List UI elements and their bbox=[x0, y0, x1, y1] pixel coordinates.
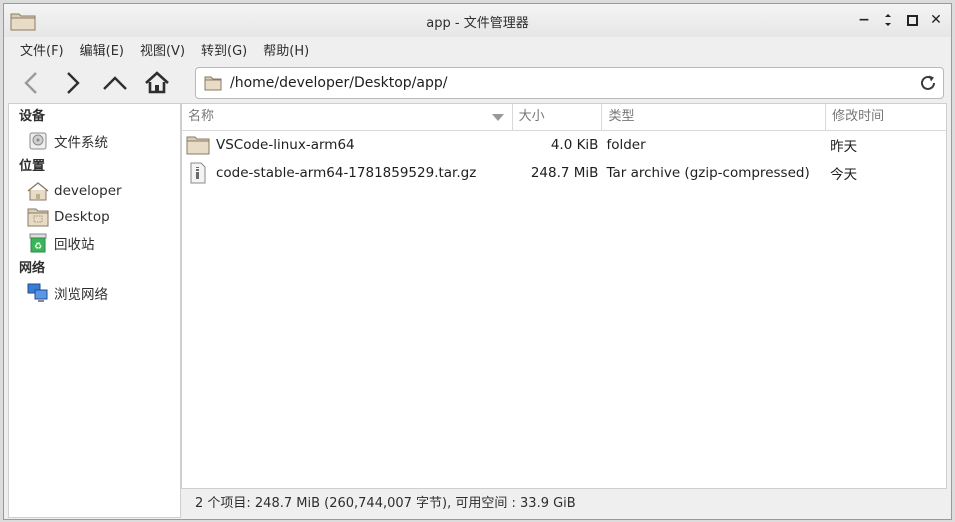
menu-edit[interactable]: 编辑(E) bbox=[72, 40, 132, 59]
file-size: 4.0 KiB bbox=[550, 137, 599, 153]
file-modified: 今天 bbox=[830, 167, 858, 183]
status-bar: 2 个项目: 248.7 MiB (260,744,007 字节), 可用空间 … bbox=[195, 496, 576, 511]
sidebar-item-developer[interactable]: developer bbox=[9, 178, 180, 204]
archive-icon bbox=[186, 161, 210, 185]
column-name-header[interactable]: 名称 bbox=[182, 104, 513, 130]
window-title: app - 文件管理器 bbox=[426, 16, 529, 31]
file-manager-window: app - 文件管理器 − ✕ 文件(F) 编辑(E) 视图(V) 转到(G) … bbox=[3, 3, 952, 520]
file-type: folder bbox=[606, 137, 646, 153]
column-modified-header[interactable]: 修改时间 bbox=[826, 104, 946, 130]
maximize-icon[interactable] bbox=[903, 11, 921, 29]
column-header: 名称 大小 类型 修改时间 bbox=[182, 104, 946, 131]
back-button[interactable] bbox=[10, 65, 52, 101]
column-size-header[interactable]: 大小 bbox=[513, 104, 603, 130]
folder-icon bbox=[204, 76, 222, 91]
menu-view[interactable]: 视图(V) bbox=[132, 40, 193, 59]
sidebar-item-label: 回收站 bbox=[54, 237, 95, 253]
sidebar-item-label: 文件系统 bbox=[54, 135, 108, 151]
sort-descending-icon bbox=[491, 114, 504, 121]
forward-arrow-icon bbox=[67, 72, 80, 94]
menu-help[interactable]: 帮助(H) bbox=[255, 40, 317, 59]
home-icon bbox=[145, 71, 169, 94]
column-type-header[interactable]: 类型 bbox=[602, 104, 827, 130]
file-type: Tar archive (gzip-compressed) bbox=[606, 165, 810, 181]
restore-icon[interactable] bbox=[879, 11, 897, 29]
sidebar-item-filesystem[interactable]: 文件系统 bbox=[9, 128, 180, 154]
location-path[interactable]: /home/developer/Desktop/app/ bbox=[230, 75, 447, 91]
menu-bar: 文件(F) 编辑(E) 视图(V) 转到(G) 帮助(H) bbox=[4, 37, 951, 61]
location-bar[interactable]: /home/developer/Desktop/app/ bbox=[195, 67, 944, 99]
file-name: VSCode-linux-arm64 bbox=[216, 137, 355, 153]
column-label: 类型 bbox=[608, 109, 635, 124]
up-arrow-icon bbox=[103, 76, 127, 90]
menu-go[interactable]: 转到(G) bbox=[193, 40, 255, 59]
sidebar-item-label: developer bbox=[54, 183, 122, 199]
menu-file[interactable]: 文件(F) bbox=[12, 40, 72, 59]
up-button[interactable] bbox=[94, 65, 136, 101]
home-button[interactable] bbox=[136, 65, 178, 101]
svg-text:♻: ♻ bbox=[34, 242, 42, 252]
column-label: 大小 bbox=[518, 109, 545, 124]
sidebar-heading-devices: 设备 bbox=[19, 109, 46, 124]
sidebar-heading-places: 位置 bbox=[19, 159, 46, 174]
sidebar-heading-network: 网络 bbox=[19, 261, 46, 276]
file-name-cell: code-stable-arm64-1781859529.tar.gz bbox=[182, 161, 513, 185]
sidebar-item-label: Desktop bbox=[54, 209, 110, 225]
trash-icon: ♻ bbox=[27, 232, 49, 254]
reload-icon[interactable] bbox=[919, 74, 937, 96]
network-icon bbox=[27, 282, 49, 304]
home-folder-icon bbox=[27, 180, 49, 202]
title-bar[interactable]: app - 文件管理器 − ✕ bbox=[4, 4, 951, 37]
sidebar-item-trash[interactable]: ♻ 回收站 bbox=[9, 230, 180, 256]
desktop-folder-icon bbox=[27, 206, 49, 228]
file-row[interactable]: code-stable-arm64-1781859529.tar.gz 248.… bbox=[182, 159, 946, 187]
folder-icon bbox=[186, 133, 210, 157]
file-size: 248.7 MiB bbox=[530, 165, 599, 181]
drive-icon bbox=[27, 130, 49, 152]
file-modified: 昨天 bbox=[830, 139, 858, 155]
sidebar: 设备 文件系统 位置 developer Desktop ♻ 回收站 网络 浏览… bbox=[8, 103, 181, 518]
minimize-icon[interactable]: − bbox=[855, 11, 873, 29]
column-label: 修改时间 bbox=[832, 109, 885, 124]
close-icon[interactable]: ✕ bbox=[927, 11, 945, 29]
sidebar-item-browse-network[interactable]: 浏览网络 bbox=[9, 280, 180, 306]
file-row[interactable]: VSCode-linux-arm64 4.0 KiB folder 昨天 bbox=[182, 131, 946, 159]
file-name: code-stable-arm64-1781859529.tar.gz bbox=[216, 165, 477, 181]
forward-button[interactable] bbox=[52, 65, 94, 101]
sidebar-item-desktop[interactable]: Desktop bbox=[9, 204, 180, 230]
back-arrow-icon bbox=[24, 72, 37, 94]
column-label: 名称 bbox=[188, 109, 215, 124]
sidebar-item-label: 浏览网络 bbox=[54, 287, 108, 303]
file-list-pane: 名称 大小 类型 修改时间 VSCode-linux-arm64 4.0 KiB… bbox=[181, 103, 947, 489]
file-name-cell: VSCode-linux-arm64 bbox=[182, 133, 513, 157]
